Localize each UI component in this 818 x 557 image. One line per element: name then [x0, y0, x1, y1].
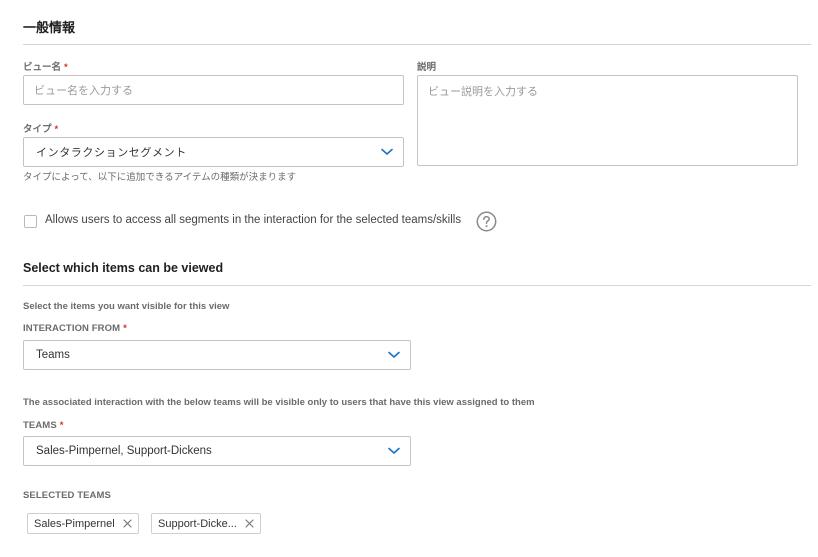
required-marker: * — [64, 62, 68, 73]
interaction-from-label: INTERACTION FROM * — [23, 323, 127, 334]
description-textarea[interactable] — [418, 76, 797, 165]
access-all-segments-label[interactable]: Allows users to access all segments in t… — [45, 214, 461, 226]
teams-label-text: TEAMS — [23, 420, 57, 431]
required-marker: * — [123, 323, 127, 334]
general-section-divider — [23, 44, 811, 45]
selected-team-chip: Support-Dicke... — [151, 513, 261, 534]
type-label-text: タイプ — [23, 124, 52, 135]
teams-label: TEAMS * — [23, 420, 64, 431]
view-name-label: ビュー名 * — [23, 59, 68, 73]
view-name-field[interactable] — [23, 75, 404, 105]
question-circle-icon[interactable] — [476, 211, 497, 232]
interaction-from-label-text: INTERACTION FROM — [23, 323, 121, 334]
interaction-from-select[interactable]: Teams — [23, 340, 411, 370]
required-marker: * — [59, 420, 64, 431]
access-all-segments-checkbox[interactable] — [24, 215, 37, 228]
view-name-input[interactable] — [24, 76, 403, 104]
selected-teams-label: SELECTED TEAMS — [23, 490, 111, 501]
selected-team-chip-label: Sales-Pimpernel — [34, 517, 115, 530]
teams-select-value: Sales-Pimpernel, Support-Dickens — [36, 445, 212, 457]
items-subtitle: Select the items you want visible for th… — [23, 301, 230, 312]
type-select[interactable]: インタラクションセグメント — [23, 137, 404, 167]
selected-team-chip: Sales-Pimpernel — [27, 513, 139, 534]
description-field[interactable] — [417, 75, 798, 166]
type-label: タイプ * — [23, 121, 58, 135]
description-label: 説明 — [417, 62, 437, 73]
items-section-divider — [23, 285, 811, 286]
chevron-down-icon[interactable] — [388, 447, 400, 455]
close-icon[interactable] — [123, 519, 132, 528]
general-section-title: 一般情報 — [23, 20, 76, 35]
selected-team-chip-label: Support-Dicke... — [158, 517, 237, 530]
chevron-down-icon[interactable] — [381, 148, 393, 156]
chevron-down-icon[interactable] — [388, 351, 400, 359]
type-helper-text: タイプによって、以下に追加できるアイテムの種類が決まります — [23, 172, 297, 183]
teams-visibility-note: The associated interaction with the belo… — [23, 397, 535, 408]
view-name-label-text: ビュー名 — [23, 62, 62, 73]
interaction-from-value: Teams — [36, 349, 70, 361]
close-icon[interactable] — [245, 519, 254, 528]
teams-select[interactable]: Sales-Pimpernel, Support-Dickens — [23, 436, 411, 466]
items-section-title: Select which items can be viewed — [23, 261, 224, 275]
required-marker: * — [54, 124, 59, 135]
type-select-value: インタラクションセグメント — [36, 146, 187, 159]
